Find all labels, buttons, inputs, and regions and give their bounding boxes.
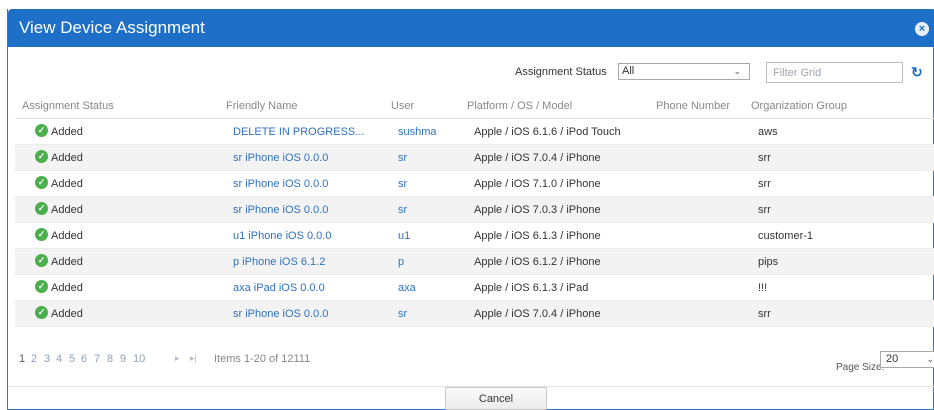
organization-group-cell: pips (758, 256, 779, 268)
organization-group-cell: srr (758, 152, 771, 164)
friendly-name-link[interactable]: sr iPhone iOS 0.0.0 (233, 178, 328, 190)
assignment-status-cell: Added (51, 282, 83, 294)
table-row[interactable]: ✓ Added sr iPhone iOS 0.0.0 sr Apple / iOS 7… (15, 301, 934, 327)
table-row[interactable]: ✓ Added axa iPad iOS 0.0.0 axa Apple / iOS 6… (15, 275, 934, 301)
page-link[interactable]: 9 (120, 353, 126, 365)
check-circle-icon: ✓ (35, 202, 48, 215)
user-link[interactable]: sr (398, 308, 407, 320)
grid-body: ✓ Added DELETE IN PROGRESS... sushma Apple /… (15, 119, 934, 327)
column-header-organization-group[interactable]: Organization Group (751, 100, 847, 112)
platform-cell: Apple / iOS 6.1.3 / iPhone (474, 230, 601, 242)
column-header-assignment-status[interactable]: Assignment Status (22, 100, 114, 112)
friendly-name-link[interactable]: DELETE IN PROGRESS... (233, 126, 364, 138)
friendly-name-link[interactable]: sr iPhone iOS 0.0.0 (233, 308, 328, 320)
page-link[interactable]: 6 (81, 353, 87, 365)
organization-group-cell: srr (758, 178, 771, 190)
organization-group-cell: !!! (758, 282, 768, 294)
assignment-status-label: Assignment Status (515, 66, 607, 78)
device-assignment-grid: Assignment Status Friendly Name User Pla… (15, 93, 934, 327)
user-link[interactable]: u1 (398, 230, 410, 242)
assignment-status-select[interactable]: All ⌄ (618, 63, 750, 80)
platform-cell: Apple / iOS 6.1.2 / iPhone (474, 256, 601, 268)
user-link[interactable]: axa (398, 282, 416, 294)
column-header-user[interactable]: User (391, 100, 414, 112)
table-row[interactable]: ✓ Added sr iPhone iOS 0.0.0 sr Apple / iOS 7… (15, 197, 934, 223)
user-link[interactable]: p (398, 256, 404, 268)
filter-grid-input[interactable] (766, 62, 903, 83)
assignment-status-cell: Added (51, 230, 83, 242)
table-row[interactable]: ✓ Added p iPhone iOS 6.1.2 p Apple / iOS 6.1… (15, 249, 934, 275)
column-header-phone-number[interactable]: Phone Number (656, 100, 730, 112)
table-row[interactable]: ✓ Added sr iPhone iOS 0.0.0 sr Apple / iOS 7… (15, 145, 934, 171)
platform-cell: Apple / iOS 7.0.3 / iPhone (474, 204, 601, 216)
page-link[interactable]: 1 (19, 353, 25, 365)
column-header-friendly-name[interactable]: Friendly Name (226, 100, 298, 112)
user-link[interactable]: sushma (398, 126, 437, 138)
page-size-select[interactable]: 20 ⌄ (880, 351, 934, 368)
items-count: Items 1-20 of 12111 (214, 353, 311, 365)
check-circle-icon: ✓ (35, 254, 48, 267)
refresh-icon[interactable]: ↻ (911, 64, 923, 81)
next-page-icon[interactable]: ▸ (175, 353, 180, 364)
platform-cell: Apple / iOS 7.1.0 / iPhone (474, 178, 601, 190)
table-row[interactable]: ✓ Added DELETE IN PROGRESS... sushma Apple /… (15, 119, 934, 145)
close-icon[interactable]: × (915, 22, 929, 36)
last-page-icon[interactable]: ▸| (190, 353, 197, 364)
user-link[interactable]: sr (398, 152, 407, 164)
column-header-platform[interactable]: Platform / OS / Model (467, 100, 572, 112)
page-link[interactable]: 5 (69, 353, 75, 365)
check-circle-icon: ✓ (35, 306, 48, 319)
platform-cell: Apple / iOS 7.0.4 / iPhone (474, 308, 601, 320)
page-link[interactable]: 8 (107, 353, 113, 365)
organization-group-cell: srr (758, 308, 771, 320)
table-row[interactable]: ✓ Added u1 iPhone iOS 0.0.0 u1 Apple / iOS 6… (15, 223, 934, 249)
platform-cell: Apple / iOS 7.0.4 / iPhone (474, 152, 601, 164)
assignment-status-cell: Added (51, 178, 83, 190)
assignment-status-value: All (622, 65, 635, 77)
friendly-name-link[interactable]: axa iPad iOS 0.0.0 (233, 282, 325, 294)
grid-header: Assignment Status Friendly Name User Pla… (15, 93, 934, 119)
page-link[interactable]: 10 (133, 353, 145, 365)
check-circle-icon: ✓ (35, 150, 48, 163)
friendly-name-link[interactable]: u1 iPhone iOS 0.0.0 (233, 230, 331, 242)
page-size-value: 20 (886, 353, 899, 365)
dialog-title: View Device Assignment (19, 18, 205, 37)
table-row[interactable]: ✓ Added sr iPhone iOS 0.0.0 sr Apple / iOS 7… (15, 171, 934, 197)
cancel-button[interactable]: Cancel (445, 387, 547, 410)
page-link[interactable]: 3 (44, 353, 50, 365)
friendly-name-link[interactable]: sr iPhone iOS 0.0.0 (233, 204, 328, 216)
assignment-status-cell: Added (51, 308, 83, 320)
platform-cell: Apple / iOS 6.1.3 / iPad (474, 282, 589, 294)
view-device-assignment-dialog: View Device Assignment × Assignment Stat… (7, 9, 934, 410)
user-link[interactable]: sr (398, 178, 407, 190)
check-circle-icon: ✓ (35, 176, 48, 189)
assignment-status-cell: Added (51, 126, 83, 138)
dialog-titlebar: View Device Assignment × (8, 9, 934, 47)
check-circle-icon: ✓ (35, 228, 48, 241)
organization-group-cell: srr (758, 204, 771, 216)
chevron-down-icon: ⌄ (733, 66, 741, 76)
chevron-down-icon: ⌄ (926, 354, 934, 364)
assignment-status-cell: Added (51, 256, 83, 268)
check-circle-icon: ✓ (35, 124, 48, 137)
organization-group-cell: aws (758, 126, 778, 138)
check-circle-icon: ✓ (35, 280, 48, 293)
friendly-name-link[interactable]: sr iPhone iOS 0.0.0 (233, 152, 328, 164)
page-link[interactable]: 7 (94, 353, 100, 365)
platform-cell: Apple / iOS 6.1.6 / iPod Touch (474, 126, 621, 138)
user-link[interactable]: sr (398, 204, 407, 216)
grid-toolbar: Assignment Status All ⌄ ↻ (8, 62, 934, 84)
assignment-status-cell: Added (51, 204, 83, 216)
assignment-status-cell: Added (51, 152, 83, 164)
page-link[interactable]: 4 (56, 353, 62, 365)
friendly-name-link[interactable]: p iPhone iOS 6.1.2 (233, 256, 325, 268)
pager: 1 2 3 4 5 6 7 8 9 10 ▸ ▸| Items 1-20 of 12111 Pag… (19, 351, 934, 381)
page-link[interactable]: 2 (31, 353, 37, 365)
page-size-label: Page Size: (836, 362, 885, 373)
organization-group-cell: customer-1 (758, 230, 814, 242)
